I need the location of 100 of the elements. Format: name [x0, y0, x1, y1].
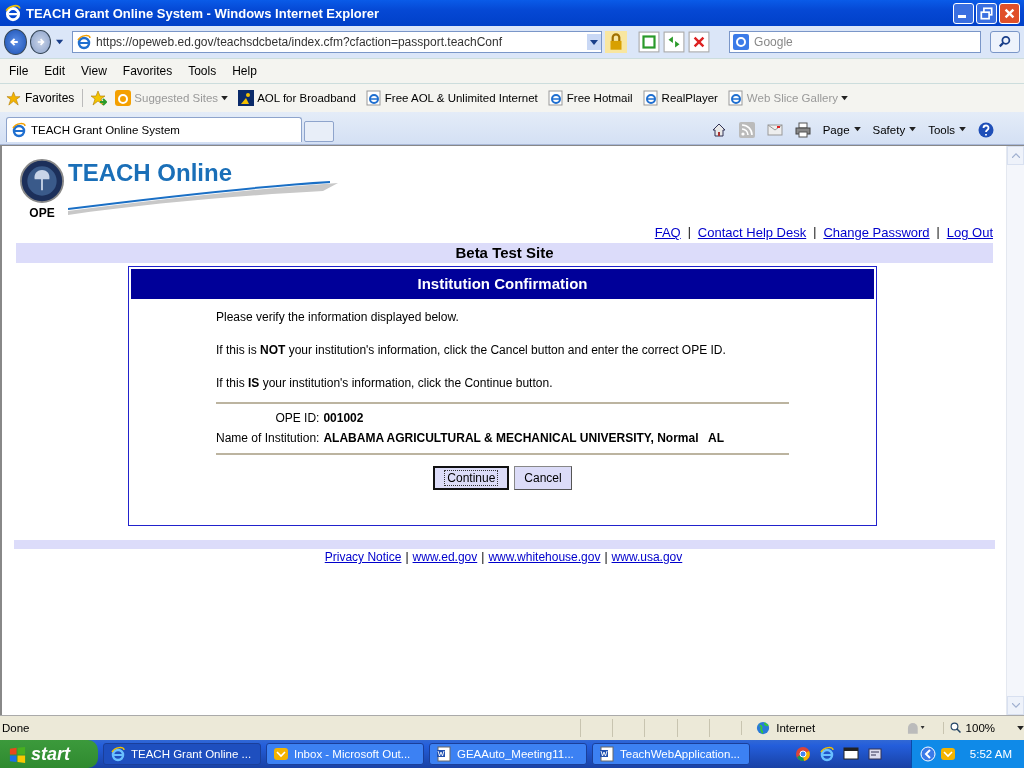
footer-link[interactable]: Privacy Notice — [324, 550, 402, 564]
panel-title: Institution Confirmation — [131, 269, 874, 299]
nav-link[interactable]: FAQ — [654, 225, 681, 243]
add-favorite-icon[interactable] — [91, 90, 108, 106]
page-icon — [76, 34, 93, 50]
nav-link[interactable]: Change Password — [823, 225, 930, 243]
caret-icon[interactable] — [55, 38, 64, 46]
search-icon — [998, 35, 1013, 49]
menu-item[interactable]: Tools — [188, 64, 217, 78]
restore-button[interactable] — [976, 2, 997, 24]
cancel-button[interactable]: Cancel — [514, 466, 572, 490]
instruction-text: If this IS your institution's information, click the Continue button. — [216, 376, 554, 390]
mail-icon[interactable] — [939, 746, 956, 762]
print-icon[interactable] — [794, 121, 811, 138]
separator: | — [813, 225, 817, 241]
nav-link[interactable]: Log Out — [946, 225, 993, 243]
favorites-link[interactable]: Free Hotmail — [547, 90, 633, 106]
footer-link[interactable]: www.ed.gov — [412, 550, 478, 564]
zoom-control[interactable]: 100% — [942, 722, 1024, 734]
compatibility-icon[interactable] — [638, 31, 661, 53]
minimize-button[interactable] — [953, 2, 974, 24]
taskbar-button[interactable]: Inbox - Microsoft Out... — [266, 743, 424, 765]
menu-item[interactable]: Favorites — [122, 64, 173, 78]
footer-link[interactable]: www.usa.gov — [611, 550, 683, 564]
favorites-link[interactable]: AOL for Broadband — [238, 90, 356, 106]
taskbar-button[interactable]: GEAAuto_Meeting11... — [429, 743, 587, 765]
suggested-sites-icon — [115, 90, 132, 106]
field-value: 001002 — [323, 411, 365, 425]
command-menu[interactable]: Tools — [928, 123, 966, 136]
seal-icon — [20, 159, 64, 203]
desktop-icon[interactable] — [842, 746, 859, 762]
search-field[interactable]: Google — [729, 31, 982, 53]
separator: | — [481, 550, 485, 564]
window-icon[interactable] — [866, 746, 883, 762]
person-icon — [238, 90, 255, 106]
field-label: OPE ID: — [274, 411, 320, 425]
globe-icon — [756, 721, 771, 735]
instruction-text: If this is NOT your institution's information, click the Cancel button and enter the correct OPE ID. — [216, 343, 727, 357]
separator: | — [936, 225, 940, 241]
close-icon — [1003, 6, 1016, 20]
expand-tray-icon[interactable] — [919, 746, 936, 762]
logo-caption: OPE — [29, 206, 55, 220]
browser-icon — [4, 4, 22, 22]
logo-title: TEACH Online — [68, 159, 233, 187]
mail-icon — [273, 746, 289, 762]
refresh-icon[interactable] — [663, 31, 686, 53]
separator: | — [604, 550, 608, 564]
web-page-icon — [365, 90, 382, 106]
help-icon[interactable] — [978, 121, 994, 138]
clock: 5:52 AM — [969, 748, 1012, 760]
banner: Beta Test Site — [16, 243, 993, 263]
favorites-button[interactable]: Favorites — [6, 90, 75, 106]
caret-icon — [841, 95, 849, 101]
status-text: Done — [1, 722, 31, 734]
separator: | — [405, 550, 409, 564]
taskbar-button[interactable]: TEACH Grant Online ... — [103, 743, 261, 765]
browser-icon — [110, 746, 126, 762]
address-field[interactable]: https://opeweb.ed.gov/teachsdcbeta/index.cfm?cfaction=passport.teachConf — [72, 31, 603, 53]
field-value: ALABAMA AGRICULTURAL & MECHANICAL UNIVERSITY, Normal AL — [323, 431, 726, 445]
command-menu[interactable]: Page — [822, 123, 861, 136]
separator: | — [687, 225, 691, 241]
document-icon — [436, 746, 452, 762]
field-label: Name of Institution: — [216, 431, 320, 445]
window-title: TEACH Grant Online System - Windows Internet Explorer — [26, 5, 381, 21]
web-page-icon — [727, 90, 744, 106]
security-zone: Internet — [741, 721, 903, 735]
start-button[interactable]: start — [0, 740, 98, 768]
web-page-icon — [642, 90, 659, 106]
taskbar-button[interactable]: TeachWebApplication... — [592, 743, 750, 765]
menu-item[interactable]: File — [9, 64, 29, 78]
footer-link[interactable]: www.whitehouse.gov — [488, 550, 601, 564]
stop-icon[interactable] — [688, 31, 711, 53]
caret-icon — [959, 127, 966, 132]
caret-icon — [1017, 725, 1024, 731]
browser-tab[interactable]: TEACH Grant Online System — [6, 117, 302, 142]
menu-item[interactable]: Edit — [44, 64, 66, 78]
menu-item[interactable]: Help — [232, 64, 257, 78]
favorites-link[interactable]: RealPlayer — [642, 90, 718, 106]
browser-icon[interactable] — [818, 746, 835, 762]
close-button[interactable] — [999, 2, 1020, 24]
forward-button[interactable] — [29, 30, 51, 54]
minimize-icon — [958, 14, 966, 18]
web-page-icon — [547, 90, 564, 106]
star-icon — [6, 90, 21, 106]
dropdown-icon[interactable] — [587, 33, 602, 51]
caret-icon — [909, 127, 917, 132]
command-menu[interactable]: Safety — [872, 123, 917, 136]
mail-icon[interactable] — [766, 121, 783, 138]
menu-item[interactable]: View — [81, 64, 107, 78]
nav-link[interactable]: Contact Help Desk — [697, 225, 807, 243]
continue-button[interactable]: Continue — [433, 466, 510, 490]
search-button[interactable] — [990, 31, 1020, 53]
favorites-link[interactable]: Free AOL & Unlimited Internet — [365, 90, 538, 106]
chrome-icon[interactable] — [794, 746, 811, 762]
home-icon[interactable] — [710, 121, 727, 138]
back-button[interactable] — [4, 29, 27, 55]
caret-icon — [853, 127, 861, 132]
windows-flag-icon — [8, 744, 27, 764]
restore-icon — [980, 6, 993, 20]
instruction-text: Please verify the information displayed below. — [216, 310, 460, 324]
